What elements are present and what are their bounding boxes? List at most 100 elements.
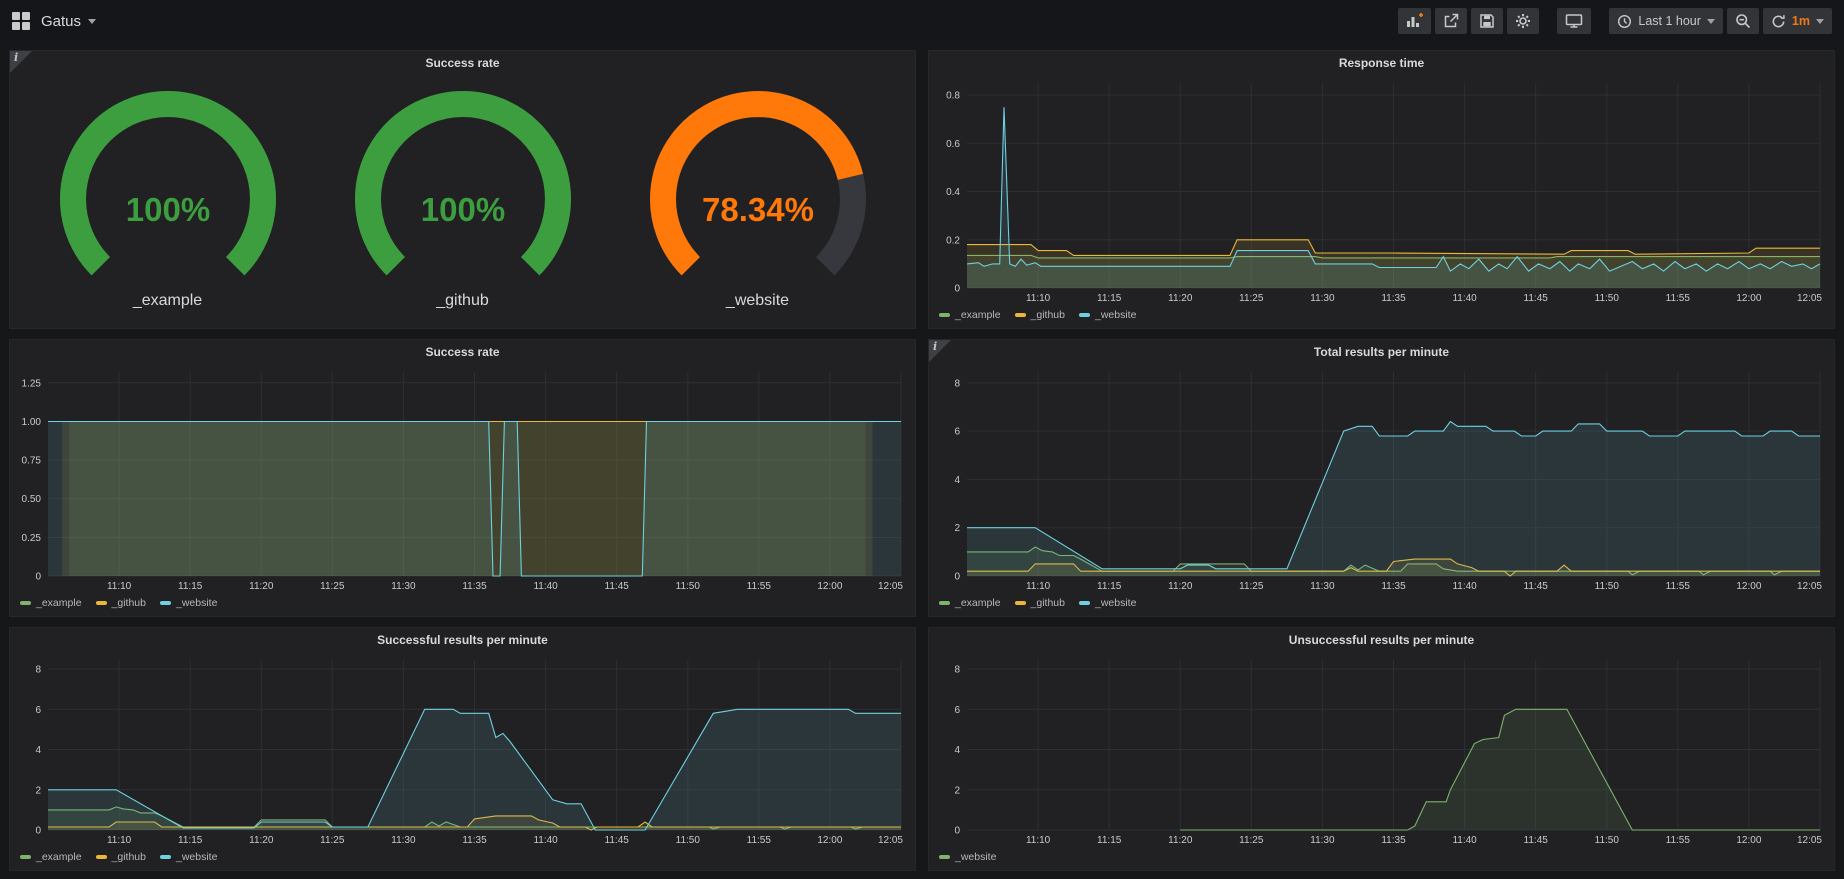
- svg-text:11:55: 11:55: [1666, 581, 1691, 592]
- success-rate-chart[interactable]: 00.250.500.751.001.2511:1011:1511:2011:2…: [10, 364, 915, 594]
- panel-info-icon[interactable]: i: [10, 51, 32, 73]
- chart-legend: _website: [929, 848, 1834, 870]
- gauge-arc-website: 78.34%: [638, 87, 878, 290]
- svg-text:11:10: 11:10: [107, 835, 132, 846]
- legend-item[interactable]: _example: [20, 597, 82, 609]
- legend-item[interactable]: _github: [96, 851, 146, 863]
- svg-text:0: 0: [35, 572, 41, 583]
- chart-svg: 00.20.40.60.811:1011:1511:2011:2511:3011…: [929, 75, 1834, 306]
- panel-response-time: Response time 00.20.40.60.811:1011:1511:…: [928, 50, 1835, 329]
- chart-svg: 0246811:1011:1511:2011:2511:3011:3511:40…: [929, 364, 1834, 594]
- svg-text:4: 4: [954, 475, 960, 486]
- dashboard-grid-icon[interactable]: [12, 12, 30, 30]
- legend-item[interactable]: _github: [96, 597, 146, 609]
- svg-text:8: 8: [954, 378, 960, 389]
- svg-text:11:45: 11:45: [1524, 293, 1549, 304]
- tv-mode-button[interactable]: [1557, 8, 1591, 34]
- legend-item[interactable]: _github: [1015, 309, 1065, 321]
- legend-item[interactable]: _website: [160, 851, 217, 863]
- legend-swatch: [160, 855, 171, 859]
- svg-text:11:15: 11:15: [178, 581, 203, 592]
- svg-text:11:40: 11:40: [1452, 581, 1477, 592]
- svg-text:12:00: 12:00: [817, 581, 842, 592]
- panel-title[interactable]: Response time: [929, 51, 1834, 75]
- svg-text:11:45: 11:45: [1524, 581, 1549, 592]
- svg-text:11:10: 11:10: [107, 581, 132, 592]
- svg-text:11:15: 11:15: [1097, 293, 1122, 304]
- svg-text:11:55: 11:55: [1666, 835, 1691, 846]
- svg-text:11:35: 11:35: [1381, 581, 1406, 592]
- zoom-out-button[interactable]: [1727, 8, 1759, 34]
- svg-text:11:30: 11:30: [391, 581, 416, 592]
- dashboard-title-dropdown[interactable]: Gatus: [41, 13, 96, 30]
- save-button[interactable]: [1471, 8, 1503, 34]
- chevron-down-icon: [88, 19, 96, 24]
- svg-text:0.2: 0.2: [946, 235, 960, 246]
- legend-item[interactable]: _website: [160, 597, 217, 609]
- svg-text:11:55: 11:55: [747, 835, 772, 846]
- refresh-interval-button[interactable]: 1m: [1763, 8, 1832, 34]
- gauge-arc-github: 100%: [343, 87, 583, 290]
- svg-text:2: 2: [35, 785, 41, 796]
- legend-item[interactable]: _website: [1079, 309, 1136, 321]
- gauge-arc-example: 100%: [48, 87, 288, 290]
- panel-title[interactable]: Successful results per minute: [10, 628, 915, 652]
- svg-text:11:20: 11:20: [1168, 835, 1193, 846]
- legend-swatch: [20, 855, 31, 859]
- svg-text:6: 6: [35, 705, 41, 716]
- svg-text:12:05: 12:05: [878, 581, 903, 592]
- panel-title[interactable]: Success rate: [10, 340, 915, 364]
- svg-text:11:50: 11:50: [1595, 293, 1620, 304]
- svg-text:11:25: 11:25: [320, 581, 345, 592]
- time-range-button[interactable]: Last 1 hour: [1609, 8, 1723, 34]
- panel-info-icon[interactable]: i: [929, 340, 951, 362]
- successful-results-chart[interactable]: 0246811:1011:1511:2011:2511:3011:3511:40…: [10, 652, 915, 848]
- svg-text:0: 0: [954, 826, 960, 837]
- svg-text:11:50: 11:50: [676, 581, 701, 592]
- legend-item[interactable]: _example: [939, 309, 1001, 321]
- add-panel-button[interactable]: [1398, 8, 1431, 34]
- svg-text:11:25: 11:25: [1239, 581, 1264, 592]
- chevron-down-icon: [1707, 19, 1715, 24]
- time-range-label: Last 1 hour: [1638, 14, 1701, 28]
- unsuccessful-results-chart[interactable]: 0246811:1011:1511:2011:2511:3011:3511:40…: [929, 652, 1834, 848]
- svg-text:11:45: 11:45: [605, 835, 630, 846]
- legend-item[interactable]: _example: [20, 851, 82, 863]
- svg-text:8: 8: [35, 665, 41, 676]
- svg-text:12:05: 12:05: [1797, 835, 1822, 846]
- svg-text:11:45: 11:45: [1524, 835, 1549, 846]
- svg-text:11:40: 11:40: [533, 835, 558, 846]
- svg-text:0.8: 0.8: [946, 91, 960, 102]
- svg-text:11:10: 11:10: [1026, 835, 1051, 846]
- svg-text:11:15: 11:15: [1097, 581, 1122, 592]
- save-icon: [1479, 13, 1495, 29]
- gauge-example: 100% _example: [48, 87, 288, 310]
- legend-swatch: [939, 313, 950, 317]
- legend-item[interactable]: _website: [939, 851, 996, 863]
- svg-text:11:55: 11:55: [747, 581, 772, 592]
- total-results-chart[interactable]: 0246811:1011:1511:2011:2511:3011:3511:40…: [929, 364, 1834, 594]
- legend-item[interactable]: _github: [1015, 597, 1065, 609]
- response-time-chart[interactable]: 00.20.40.60.811:1011:1511:2011:2511:3011…: [929, 75, 1834, 306]
- svg-text:2: 2: [954, 523, 960, 534]
- svg-text:0.6: 0.6: [946, 139, 960, 150]
- settings-button[interactable]: [1507, 8, 1539, 34]
- legend-swatch: [1079, 601, 1090, 605]
- panel-success-rate-chart: Success rate 00.250.500.751.001.2511:101…: [9, 339, 916, 617]
- svg-text:6: 6: [954, 427, 960, 438]
- zoom-out-icon: [1735, 13, 1751, 29]
- legend-item[interactable]: _website: [1079, 597, 1136, 609]
- svg-text:0.4: 0.4: [946, 187, 960, 198]
- svg-text:11:30: 11:30: [1310, 835, 1335, 846]
- panel-title[interactable]: Unsuccessful results per minute: [929, 628, 1834, 652]
- panel-title[interactable]: Success rate: [10, 51, 915, 75]
- legend-swatch: [939, 601, 950, 605]
- panel-successful-results: Successful results per minute 0246811:10…: [9, 627, 916, 871]
- svg-text:11:50: 11:50: [676, 835, 701, 846]
- panel-title[interactable]: Total results per minute: [929, 340, 1834, 364]
- chart-svg: 00.250.500.751.001.2511:1011:1511:2011:2…: [10, 364, 915, 594]
- share-button[interactable]: [1435, 8, 1467, 34]
- svg-text:11:50: 11:50: [1595, 581, 1620, 592]
- legend-item[interactable]: _example: [939, 597, 1001, 609]
- svg-text:11:55: 11:55: [1666, 293, 1691, 304]
